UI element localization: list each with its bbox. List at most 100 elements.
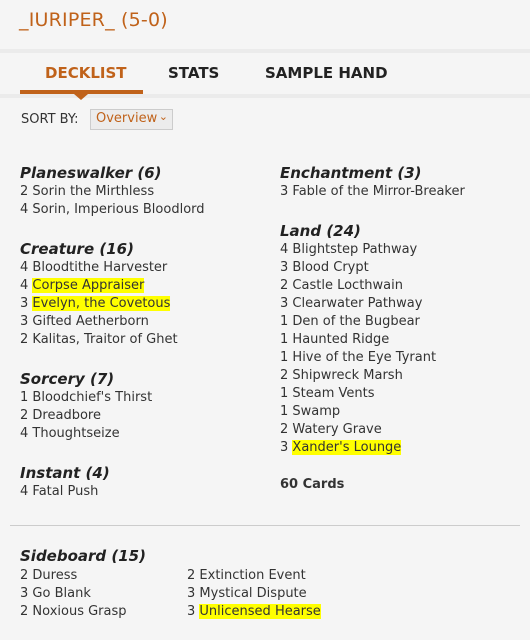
section-header: Instant (4): [20, 464, 110, 482]
card-name-link[interactable]: Blood Crypt: [292, 260, 368, 275]
card-name-link[interactable]: Steam Vents: [292, 386, 374, 401]
sort-label: SORT BY:: [21, 112, 79, 127]
card-name-link[interactable]: Gifted Aetherborn: [32, 314, 148, 329]
card-name-link[interactable]: Hive of the Eye Tyrant: [292, 350, 436, 365]
tab-stats[interactable]: STATS: [168, 64, 219, 82]
tab-decklist[interactable]: DECKLIST: [45, 64, 127, 82]
card-name-link[interactable]: Mystical Dispute: [199, 586, 306, 601]
card-name-link[interactable]: Corpse Appraiser: [32, 278, 145, 293]
card-name-link[interactable]: Clearwater Pathway: [292, 296, 422, 311]
card-name-link[interactable]: Blightstep Pathway: [292, 242, 417, 257]
card-type-section: Instant (4) 4 Fatal Push: [20, 463, 205, 501]
card-quantity: 3: [280, 440, 289, 455]
active-tab-caret: [74, 94, 88, 100]
card-quantity: 1: [20, 390, 29, 405]
card-quantity: 1: [280, 332, 289, 347]
card-name-link[interactable]: Den of the Bugbear: [292, 314, 419, 329]
card-quantity: 2: [20, 184, 29, 199]
card-entry: 1 Swamp: [280, 403, 465, 421]
card-quantity: 3: [20, 314, 29, 329]
card-entry: 1 Hive of the Eye Tyrant: [280, 349, 465, 367]
card-name-link[interactable]: Noxious Grasp: [32, 604, 126, 619]
card-name-link[interactable]: Thoughtseize: [32, 426, 119, 441]
card-quantity: 2: [187, 568, 196, 583]
card-entry: 4 Bloodtithe Harvester: [20, 259, 205, 277]
card-quantity: 1: [280, 314, 289, 329]
card-quantity: 4: [20, 278, 29, 293]
card-entry: 3 Clearwater Pathway: [280, 295, 465, 313]
card-name-link[interactable]: Shipwreck Marsh: [292, 368, 402, 383]
card-type-section: Planeswalker (6) 2 Sorin the Mirthless 4 S…: [20, 163, 205, 219]
card-quantity: 3: [20, 586, 29, 601]
card-quantity: 3: [280, 184, 289, 199]
card-name-link[interactable]: Unlicensed Hearse: [199, 604, 321, 619]
card-entry: 2 Shipwreck Marsh: [280, 367, 465, 385]
card-entry: 4 Thoughtseize: [20, 425, 205, 443]
card-name-link[interactable]: Kalitas, Traitor of Ghet: [32, 332, 177, 347]
card-entry: 4 Blightstep Pathway: [280, 241, 465, 259]
card-quantity: 4: [20, 260, 29, 275]
card-entry: 2 Extinction Event: [187, 567, 321, 585]
sideboard-column-1: 2 Duress 3 Go Blank 2 Noxious Grasp: [20, 567, 127, 621]
deck-title: _IURIPER_ (5-0): [19, 9, 168, 31]
decklist-left-column: Planeswalker (6) 2 Sorin the Mirthless 4 S…: [20, 163, 205, 521]
card-name-link[interactable]: Duress: [32, 568, 77, 583]
card-entry: 3 Fable of the Mirror-Breaker: [280, 183, 465, 201]
card-entry: 3 Evelyn, the Covetous: [20, 295, 205, 313]
card-entry: 2 Dreadbore: [20, 407, 205, 425]
card-entry: 1 Steam Vents: [280, 385, 465, 403]
card-entry: 2 Duress: [20, 567, 127, 585]
card-entry: 4 Fatal Push: [20, 483, 205, 501]
card-entry: 3 Xander's Lounge: [280, 439, 465, 457]
divider-band: [0, 49, 530, 53]
card-entry: 2 Sorin the Mirthless: [20, 183, 205, 201]
card-entry: 2 Kalitas, Traitor of Ghet: [20, 331, 205, 349]
sideboard-header: Sideboard (15): [20, 547, 146, 565]
card-name-link[interactable]: Evelyn, the Covetous: [32, 296, 171, 311]
card-quantity: 2: [280, 422, 289, 437]
card-name-link[interactable]: Swamp: [292, 404, 340, 419]
card-entry: 3 Unlicensed Hearse: [187, 603, 321, 621]
card-quantity: 3: [280, 296, 289, 311]
card-quantity: 4: [20, 484, 29, 499]
card-type-section: Sorcery (7) 1 Bloodchief's Thirst 2 Dreadb…: [20, 369, 205, 443]
sideboard-divider: [10, 525, 520, 526]
card-entry: 1 Bloodchief's Thirst: [20, 389, 205, 407]
card-name-link[interactable]: Dreadbore: [32, 408, 101, 423]
card-quantity: 3: [187, 586, 196, 601]
card-total: 60 Cards: [280, 477, 345, 492]
sort-selected-value: Overview: [96, 111, 158, 126]
card-name-link[interactable]: Watery Grave: [292, 422, 381, 437]
card-name-link[interactable]: Fable of the Mirror-Breaker: [292, 184, 464, 199]
card-name-link[interactable]: Bloodtithe Harvester: [32, 260, 167, 275]
card-quantity: 4: [280, 242, 289, 257]
card-entry: 4 Corpse Appraiser: [20, 277, 205, 295]
card-name-link[interactable]: Extinction Event: [199, 568, 305, 583]
section-header: Sorcery (7): [20, 370, 115, 388]
card-name-link[interactable]: Go Blank: [32, 586, 90, 601]
card-quantity: 2: [20, 604, 29, 619]
card-entry: 4 Sorin, Imperious Bloodlord: [20, 201, 205, 219]
card-quantity: 1: [280, 404, 289, 419]
card-quantity: 1: [280, 350, 289, 365]
card-type-section: Land (24) 4 Blightstep Pathway 3 Blood Cry…: [280, 221, 465, 457]
card-quantity: 2: [20, 332, 29, 347]
card-quantity: 3: [280, 260, 289, 275]
card-quantity: 1: [280, 386, 289, 401]
card-quantity: 2: [280, 368, 289, 383]
tab-sample-hand[interactable]: SAMPLE HAND: [265, 64, 388, 82]
card-name-link[interactable]: Castle Locthwain: [292, 278, 403, 293]
card-name-link[interactable]: Xander's Lounge: [292, 440, 402, 455]
card-name-link[interactable]: Sorin, Imperious Bloodlord: [32, 202, 204, 217]
section-header: Planeswalker (6): [20, 164, 162, 182]
sort-select[interactable]: Overview ⌄: [90, 109, 173, 130]
card-entry: 2 Watery Grave: [280, 421, 465, 439]
section-header: Enchantment (3): [280, 164, 422, 182]
card-name-link[interactable]: Fatal Push: [32, 484, 98, 499]
chevron-down-icon: ⌄: [158, 110, 168, 123]
card-type-section: Creature (16) 4 Bloodtithe Harvester 4 Cor…: [20, 239, 205, 349]
card-quantity: 2: [20, 408, 29, 423]
card-name-link[interactable]: Sorin the Mirthless: [32, 184, 154, 199]
card-name-link[interactable]: Bloodchief's Thirst: [32, 390, 152, 405]
card-name-link[interactable]: Haunted Ridge: [292, 332, 389, 347]
